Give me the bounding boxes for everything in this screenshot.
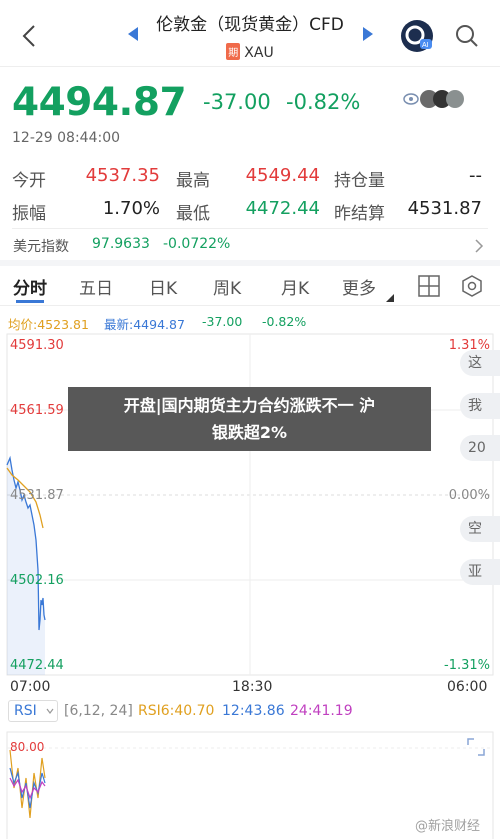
- quote-timestamp: 12-29 08:44:00: [12, 130, 121, 146]
- tab-weekly-k[interactable]: 周K: [213, 274, 241, 299]
- price-change: -37.00: [203, 90, 271, 114]
- y-label-lower: 4502.16: [10, 573, 64, 588]
- rsi-axis-top: 80.00: [10, 740, 45, 754]
- active-tab-indicator: [16, 300, 44, 303]
- tab-monthly-k[interactable]: 月K: [281, 274, 309, 299]
- legend-change: -37.00: [202, 314, 243, 329]
- headline-line-2: 银跌超2%: [211, 423, 288, 442]
- stat-value-low: 4472.44: [245, 198, 320, 219]
- divider: [0, 305, 500, 306]
- rsi-params: [6,12, 24]: [64, 703, 133, 719]
- stat-value-high: 4549.44: [245, 165, 320, 186]
- stat-label-open-interest: 持仓量: [334, 171, 385, 191]
- last-price: 4494.87: [12, 80, 187, 125]
- followers-avatars-icon[interactable]: [402, 88, 468, 110]
- divider: [12, 228, 488, 229]
- y-label-upper: 4561.59: [10, 403, 64, 418]
- usd-index-change: -0.0722%: [163, 236, 231, 252]
- stat-value-open-interest: --: [469, 165, 482, 186]
- stat-label-high: 最高: [176, 171, 210, 191]
- stat-label-prev-settle: 昨结算: [334, 204, 385, 224]
- y-label-top: 4591.30: [10, 338, 64, 353]
- y-label-bottom: 4472.44: [10, 658, 64, 673]
- search-icon[interactable]: [455, 24, 479, 48]
- indicator-selector-label: RSI: [14, 703, 37, 719]
- watermark: @新浪财经: [415, 819, 481, 834]
- indicator-selector[interactable]: RSI: [8, 700, 58, 722]
- top-nav-bar: 伦敦金（现货黄金）CFD 期 XAU AI: [0, 0, 500, 70]
- settings-icon[interactable]: [461, 275, 483, 297]
- svg-text:AI: AI: [422, 42, 429, 49]
- stat-value-open: 4537.35: [85, 165, 160, 186]
- intraday-chart-canvas: [6, 333, 494, 676]
- tab-daily-k[interactable]: 日K: [149, 274, 177, 299]
- legend-change-percent: -0.82%: [262, 314, 307, 329]
- time-label-mid: 18:30: [232, 679, 273, 695]
- rsi12-value: 12:43.86: [222, 703, 285, 719]
- usd-index-value: 97.9633: [92, 236, 150, 252]
- stat-label-open: 今开: [12, 171, 46, 191]
- divider: [0, 66, 500, 67]
- price-change-percent: -0.82%: [286, 90, 361, 114]
- tab-more[interactable]: 更多: [342, 274, 376, 299]
- side-chip[interactable]: 空: [460, 516, 500, 542]
- chevron-down-icon: [46, 708, 54, 714]
- chevron-right-icon: [475, 239, 484, 253]
- futures-badge: 期: [226, 43, 241, 60]
- tab-five-day[interactable]: 五日: [79, 274, 113, 299]
- dropdown-triangle-icon: [386, 294, 394, 302]
- tab-intraday[interactable]: 分时: [13, 274, 47, 299]
- side-chip[interactable]: 这: [460, 350, 500, 376]
- stat-value-prev-settle: 4531.87: [407, 198, 482, 219]
- instrument-code: XAU: [244, 45, 274, 61]
- expand-icon[interactable]: [466, 737, 486, 757]
- usd-index-label: 美元指数: [13, 239, 69, 255]
- stat-label-low: 最低: [176, 204, 210, 224]
- pct-label-mid: 0.00%: [448, 488, 490, 503]
- section-gap: [0, 260, 500, 266]
- rsi24-value: 24:41.19: [290, 703, 353, 719]
- rsi6-value: RSI6:40.70: [138, 703, 215, 719]
- ai-assistant-icon[interactable]: AI: [400, 19, 434, 53]
- side-chip[interactable]: 20: [460, 435, 500, 461]
- side-chip[interactable]: 我: [460, 393, 500, 419]
- time-label-end: 06:00: [447, 679, 488, 695]
- headline-overlay[interactable]: 开盘|国内期货主力合约涨跌不一 沪 银跌超2%: [68, 387, 431, 451]
- layout-grid-icon[interactable]: [418, 275, 440, 297]
- price-header: 4494.87 -37.00 -0.82%: [10, 80, 490, 130]
- headline-line-1: 开盘|国内期货主力合约涨跌不一 沪: [123, 396, 376, 415]
- next-instrument-icon[interactable]: [362, 27, 374, 41]
- side-chip[interactable]: 亚: [460, 559, 500, 585]
- stat-value-amplitude: 1.70%: [102, 198, 160, 219]
- time-label-start: 07:00: [10, 679, 51, 695]
- stat-label-amplitude: 振幅: [12, 204, 46, 224]
- pct-label-bottom: -1.31%: [444, 658, 490, 673]
- y-label-mid: 4531.87: [10, 488, 64, 503]
